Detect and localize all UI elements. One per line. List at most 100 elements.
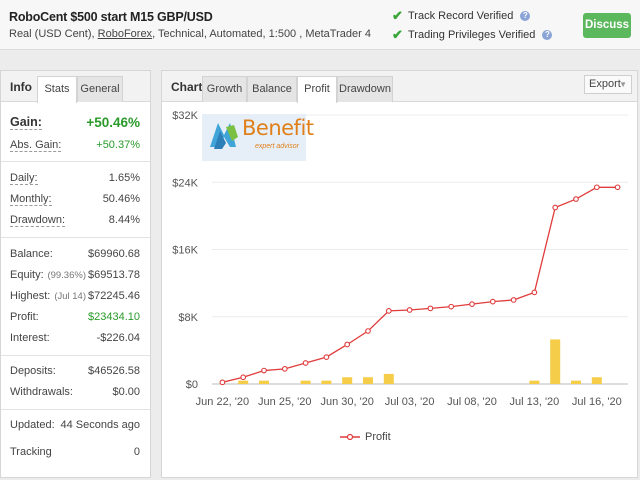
- info-title: Info: [10, 80, 32, 94]
- tab-profit[interactable]: Profit: [297, 76, 337, 103]
- withdrawals-label: Withdrawals:: [10, 386, 73, 398]
- logo-mark-icon: [210, 123, 238, 149]
- interest-value: -$226.04: [96, 332, 140, 344]
- balance-label: Balance:: [10, 248, 53, 260]
- profit-point: [489, 298, 496, 305]
- profit-value: $23434.10: [88, 311, 140, 323]
- tab-stats[interactable]: Stats: [37, 76, 77, 103]
- track-record-verified: ✔ Track Record Verified ?: [392, 8, 531, 24]
- trading-privileges-label: Trading Privileges Verified: [408, 29, 536, 41]
- gain-label: Gain:: [10, 115, 42, 130]
- export-dropdown[interactable]: Export ▼: [584, 75, 632, 94]
- y-tick-label: $32K: [172, 110, 198, 122]
- help-icon[interactable]: ?: [542, 30, 553, 40]
- equity-label: Equity:: [10, 269, 44, 281]
- profit-point: [365, 328, 371, 334]
- bar: [300, 380, 311, 384]
- updated-label: Updated:: [10, 419, 55, 431]
- profit-point: [510, 297, 517, 303]
- profit-point: [531, 289, 538, 296]
- deposits-label: Deposits:: [10, 365, 56, 377]
- logo-tagline: expert advisor: [255, 143, 299, 150]
- x-tick-label: Jul 08, '20: [447, 396, 497, 408]
- help-icon[interactable]: ?: [520, 11, 531, 21]
- y-axis-labels: $0 $8K $16K $24K $32K: [172, 110, 198, 391]
- updated-value: 44 Seconds ago: [60, 419, 140, 431]
- daily-label: Daily:: [10, 172, 38, 185]
- account-type: Real (USD Cent),: [9, 28, 95, 40]
- bar: [591, 377, 602, 384]
- profit-point: [552, 204, 559, 211]
- profit-point: [406, 307, 413, 313]
- check-icon: ✔: [392, 27, 403, 42]
- profit-point: [427, 305, 434, 312]
- highest-date: (Jul 14): [54, 291, 86, 302]
- track-record-label: Track Record Verified: [408, 10, 514, 22]
- chart-panel: Chart Growth Balance Profit Drawdown Exp…: [161, 70, 638, 478]
- profit-point: [614, 184, 621, 191]
- tab-drawdown[interactable]: Drawdown: [337, 76, 393, 102]
- legend-line-marker-icon: [340, 433, 360, 441]
- bar: [383, 373, 394, 384]
- monthly-value: 50.46%: [102, 193, 140, 205]
- tracking-label: Tracking: [10, 446, 52, 458]
- drawdown-value: 8.44%: [108, 214, 140, 226]
- withdrawals-value: $0.00: [112, 386, 140, 398]
- profit-point: [219, 379, 226, 386]
- y-tick-label: $0: [186, 379, 198, 391]
- divider: [1, 409, 150, 410]
- tab-general[interactable]: General: [77, 76, 123, 102]
- y-tick-label: $24K: [172, 177, 198, 189]
- discuss-button[interactable]: Discuss: [583, 13, 631, 38]
- equity-value: $69513.78: [88, 269, 140, 281]
- bar: [550, 339, 561, 384]
- account-title: RoboCent $500 start M15 GBP/USD: [9, 10, 213, 24]
- info-tabs: Info Stats General: [1, 71, 150, 103]
- y-tick-label: $16K: [172, 245, 198, 257]
- broker-link[interactable]: RoboForex: [98, 28, 152, 40]
- benefit-logo: Benefit expert advisor: [202, 114, 314, 161]
- x-tick-label: Jul 13, '20: [509, 396, 559, 408]
- bar: [571, 380, 581, 384]
- gain-value: +50.46%: [86, 115, 140, 130]
- profit-point: [302, 360, 309, 366]
- balance-value: $69960.68: [88, 248, 140, 260]
- profit-point: [593, 184, 600, 191]
- profit-point: [344, 341, 351, 348]
- check-icon: ✔: [392, 8, 403, 23]
- divider: [1, 161, 150, 162]
- profit-point: [448, 303, 455, 310]
- tab-balance[interactable]: Balance: [247, 76, 297, 102]
- equity-percent: (99.36%): [47, 270, 86, 281]
- profit-point: [323, 354, 330, 360]
- tab-growth[interactable]: Growth: [202, 76, 247, 102]
- drawdown-label: Drawdown:: [10, 214, 66, 227]
- account-details: , Technical, Automated, 1:500 , MetaTrad…: [152, 28, 371, 40]
- bar: [259, 380, 269, 384]
- chart-title: Chart: [171, 80, 203, 94]
- bar: [342, 377, 353, 384]
- x-axis-labels: Jun 22, '20 Jun 25, '20 Jun 30, '20 Jul 03,…: [196, 396, 622, 408]
- highest-value: $72245.46: [88, 290, 140, 302]
- y-tick-label: $8K: [178, 312, 198, 324]
- profit-point: [573, 196, 579, 202]
- export-label: Export: [589, 78, 621, 90]
- x-tick-label: Jun 30, '20: [320, 396, 373, 408]
- bar: [529, 380, 540, 384]
- dropdown-arrow-icon: ▼: [619, 80, 627, 89]
- divider: [1, 237, 150, 238]
- bar: [363, 377, 373, 384]
- x-tick-label: Jun 25, '20: [258, 396, 311, 408]
- profit-point: [469, 301, 475, 307]
- profit-point: [261, 367, 267, 374]
- account-subtitle: Real (USD Cent), RoboForex, Technical, A…: [9, 28, 371, 40]
- monthly-label: Monthly:: [10, 193, 52, 206]
- abs-gain-label: Abs. Gain:: [10, 139, 62, 152]
- deposits-value: $46526.58: [88, 365, 140, 377]
- x-tick-label: Jul 03, '20: [385, 396, 435, 408]
- x-tick-label: Jun 22, '20: [196, 396, 249, 408]
- highest-label: Highest:: [10, 290, 51, 302]
- chart-legend[interactable]: Profit: [339, 431, 391, 443]
- abs-gain-value: +50.37%: [96, 139, 140, 151]
- x-tick-label: Jul 16, '20: [572, 396, 622, 408]
